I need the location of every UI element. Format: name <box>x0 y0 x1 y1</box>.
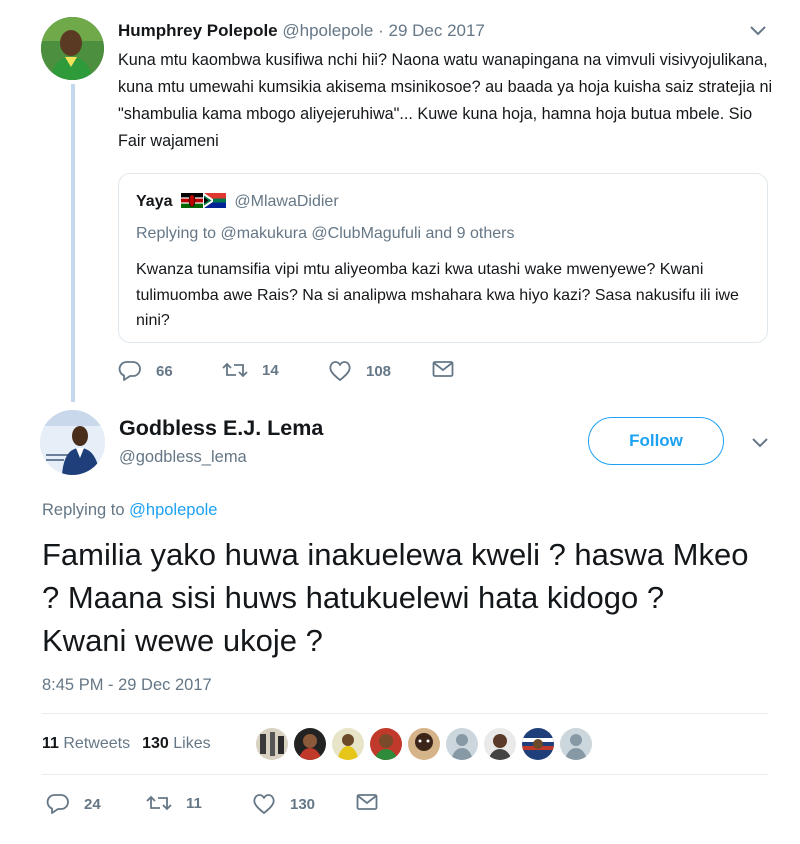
retweet-icon <box>222 362 248 378</box>
liker-avatar[interactable] <box>332 728 364 760</box>
divider <box>42 774 768 775</box>
quoted-tweet-text: Kwanza tunamsifia vipi mtu aliyeomba kaz… <box>136 261 739 329</box>
retweets-stat[interactable]: 11 Retweets <box>42 735 130 752</box>
liker-avatar[interactable] <box>408 728 440 760</box>
retweet-icon <box>146 795 172 811</box>
like-count: 130 <box>290 795 316 813</box>
chevron-down-icon[interactable] <box>750 436 770 450</box>
replying-to-link[interactable]: @hpolepole <box>129 501 217 519</box>
south-africa-flag-icon <box>203 193 226 208</box>
liker-avatar[interactable] <box>256 728 288 760</box>
quoted-tweet[interactable]: Yaya @MlawaDidier Replying to @makukura … <box>118 173 768 343</box>
avatar-humphrey-polepole[interactable] <box>41 17 104 80</box>
liker-avatar-default[interactable] <box>560 728 592 760</box>
message-button[interactable] <box>356 793 392 811</box>
avatar-godbless-lema[interactable] <box>40 410 105 475</box>
like-button[interactable]: 108 <box>328 360 391 382</box>
tweet1-author-name[interactable]: Humphrey Polepole <box>118 21 278 40</box>
like-icon <box>329 361 351 381</box>
tweet2-timestamp[interactable]: 8:45 PM - 29 Dec 2017 <box>42 676 212 695</box>
divider <box>42 713 768 714</box>
chevron-down-icon[interactable] <box>748 24 768 38</box>
message-button[interactable] <box>432 360 468 378</box>
retweet-count: 11 <box>186 794 202 812</box>
likes-stat-count: 130 <box>142 735 169 752</box>
liker-avatar[interactable] <box>294 728 326 760</box>
like-icon <box>253 794 275 814</box>
tweet2-stats: 11 Retweets 130 Likes <box>42 735 211 753</box>
tweet2-text: Familia yako huwa inakuelewa kweli ? has… <box>42 537 758 658</box>
retweet-button[interactable]: 14 <box>222 360 279 380</box>
tweet2-author-handle[interactable]: @godbless_lema <box>119 448 247 467</box>
liker-avatar[interactable] <box>522 728 554 760</box>
tweet1-text: Kuna mtu kaombwa kusifiwa nchi hii? Naon… <box>118 51 773 150</box>
replying-to: Replying to @hpolepole <box>42 501 217 520</box>
likes-stat[interactable]: 130 Likes <box>142 735 211 752</box>
liker-avatar[interactable] <box>484 728 516 760</box>
retweet-button[interactable]: 11 <box>146 793 202 813</box>
message-icon <box>432 361 454 377</box>
tweet1-separator: · <box>373 21 389 40</box>
tweet1-date[interactable]: 29 Dec 2017 <box>388 21 484 40</box>
reply-count: 66 <box>156 362 173 380</box>
retweets-stat-label: Retweets <box>63 735 131 752</box>
reply-icon <box>118 361 141 381</box>
liker-avatar-default[interactable] <box>446 728 478 760</box>
tweet1-actions: 66 14 108 <box>118 360 518 388</box>
retweets-stat-count: 11 <box>42 735 59 752</box>
quoted-author-name: Yaya <box>136 193 173 210</box>
tweet2-author-name[interactable]: Godbless E.J. Lema <box>119 416 323 441</box>
quoted-tweet-header: Yaya @MlawaDidier <box>136 192 339 212</box>
reply-icon <box>46 794 69 814</box>
kenya-flag-icon <box>180 193 203 208</box>
message-icon <box>356 794 378 810</box>
tweet1-header: Humphrey Polepole @hpolepole · 29 Dec 20… <box>118 21 485 41</box>
reply-button[interactable]: 66 <box>118 360 173 382</box>
quoted-author-handle: @MlawaDidier <box>234 193 339 210</box>
quoted-replying-to: Replying to @makukura @ClubMagufuli and … <box>136 225 515 242</box>
reply-button[interactable]: 24 <box>46 793 101 815</box>
replying-to-prefix: Replying to <box>42 501 130 519</box>
tweet2-actions: 24 11 130 <box>42 793 442 821</box>
retweet-count: 14 <box>262 361 279 379</box>
thread-connector-line <box>71 84 75 402</box>
reply-count: 24 <box>84 795 101 813</box>
follow-button[interactable]: Follow <box>588 417 724 465</box>
likes-stat-label: Likes <box>173 735 211 752</box>
tweet1-author-handle[interactable]: @hpolepole <box>282 21 373 40</box>
liker-avatar[interactable] <box>370 728 402 760</box>
like-button[interactable]: 130 <box>252 793 315 815</box>
like-count: 108 <box>366 362 392 380</box>
